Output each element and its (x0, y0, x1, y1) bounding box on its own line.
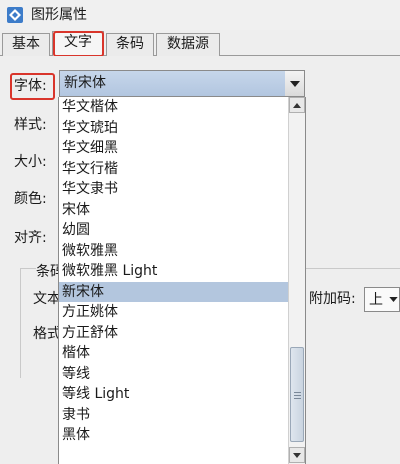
font-option[interactable]: 等线 Light (59, 384, 289, 405)
align-label: 对齐: (14, 230, 47, 246)
font-option-selected[interactable]: 新宋体 (59, 281, 289, 302)
font-option[interactable]: 华文行楷 (59, 159, 289, 180)
font-option[interactable]: 宋体 (59, 200, 289, 221)
font-option[interactable]: 微软雅黑 (59, 241, 289, 262)
tab-basic[interactable]: 基本 (2, 33, 50, 56)
font-label-highlight (10, 73, 55, 100)
font-option[interactable]: 隶书 (59, 405, 289, 426)
attach-code-label: 附加码: (309, 291, 356, 307)
attach-code-select[interactable]: 上 (364, 287, 400, 312)
barcode-text-label: 文本 (33, 291, 61, 307)
app-diamond-icon (7, 7, 23, 23)
tab-text-highlight (53, 31, 104, 57)
font-option[interactable]: 方正姚体 (59, 302, 289, 323)
style-label: 样式: (14, 117, 47, 133)
font-option[interactable]: 华文琥珀 (59, 118, 289, 139)
size-label: 大小: (14, 154, 47, 170)
font-select-value: 新宋体 (60, 71, 285, 96)
list-scrollbar[interactable] (288, 97, 305, 464)
color-label: 颜色: (14, 191, 47, 207)
font-option[interactable]: 楷体 (59, 343, 289, 364)
font-dropdown-list[interactable]: 华文楷体 华文琥珀 华文细黑 华文行楷 华文隶书 宋体 幼圆 微软雅黑 微软雅黑… (58, 97, 306, 464)
font-option[interactable]: 幼圆 (59, 220, 289, 241)
font-option[interactable]: 华文细黑 (59, 138, 289, 159)
chevron-down-icon[interactable] (285, 71, 304, 96)
scroll-up-icon[interactable] (289, 97, 305, 113)
chevron-down-icon[interactable] (385, 288, 400, 311)
tab-datasource[interactable]: 数据源 (156, 33, 220, 56)
scroll-thumb[interactable] (290, 347, 304, 442)
barcode-format-label: 格式 (33, 326, 61, 342)
font-option[interactable]: 黑体 (59, 425, 289, 446)
window-title: 图形属性 (31, 7, 87, 23)
font-option[interactable]: 方正舒体 (59, 323, 289, 344)
font-option[interactable]: 等线 (59, 364, 289, 385)
title-bar: 图形属性 (0, 0, 400, 30)
font-option[interactable]: 华文楷体 (59, 97, 289, 118)
font-option[interactable]: 微软雅黑 Light (59, 261, 289, 282)
font-option[interactable]: 华文隶书 (59, 179, 289, 200)
font-select[interactable]: 新宋体 (59, 70, 305, 97)
tab-barcode[interactable]: 条码 (106, 33, 154, 56)
tab-strip: 基本 文字 条码 数据源 (0, 30, 400, 57)
attach-code-value: 上 (369, 292, 383, 308)
scroll-down-icon[interactable] (289, 447, 305, 463)
